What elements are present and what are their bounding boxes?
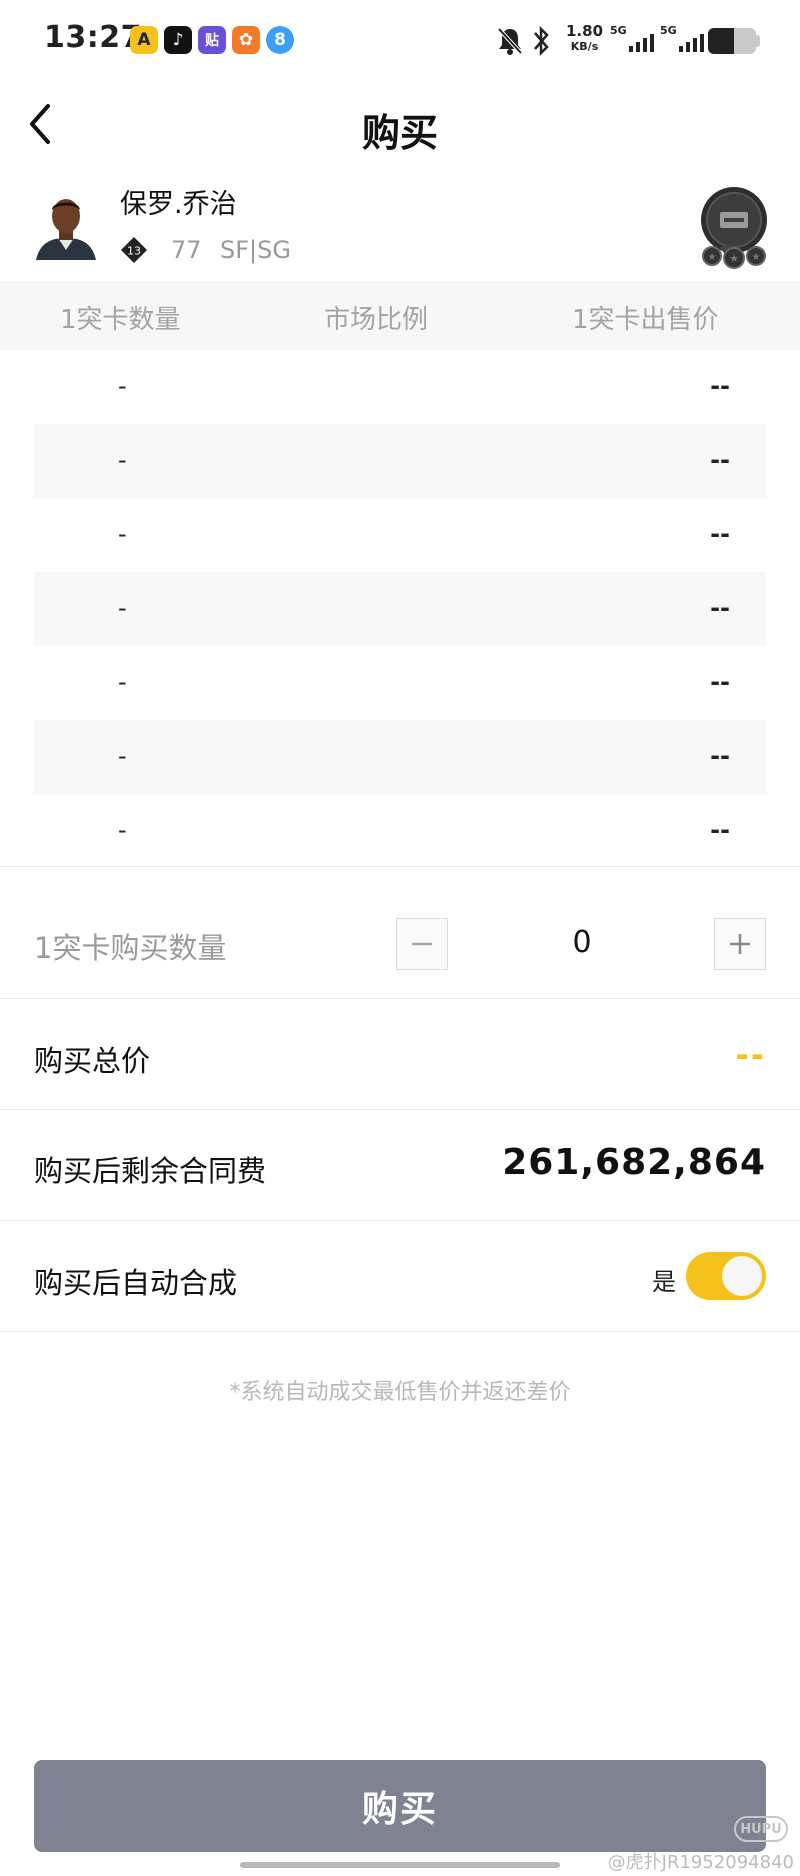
table-row[interactable]: - -- xyxy=(0,794,800,868)
increment-button[interactable] xyxy=(714,918,766,970)
cell-price: -- xyxy=(710,372,730,400)
cell-qty: - xyxy=(118,446,127,474)
auto-merge-state: 是 xyxy=(652,1268,676,1296)
svg-text:★: ★ xyxy=(708,252,717,263)
table-row[interactable]: - -- xyxy=(0,350,800,424)
signal-icon-2: 5G xyxy=(660,24,704,54)
table-row[interactable]: - -- xyxy=(0,646,800,720)
total-price-label: 购买总价 xyxy=(34,1044,151,1078)
svg-text:★: ★ xyxy=(729,252,739,265)
mute-bell-icon xyxy=(497,27,523,55)
signal-icon: 5G xyxy=(610,24,654,54)
net-speed-unit: KB/s xyxy=(570,40,599,53)
player-positions: SF|SG xyxy=(220,236,291,264)
cell-price: -- xyxy=(710,520,730,548)
tiktok-icon: ♪ xyxy=(164,26,192,54)
cell-qty: - xyxy=(118,816,127,844)
remaining-fee-label: 购买后剩余合同费 xyxy=(34,1154,267,1188)
cell-qty: - xyxy=(118,668,127,696)
table-row[interactable]: - -- xyxy=(0,572,800,646)
cell-price: -- xyxy=(710,446,730,474)
watermark-text: @虎扑JR1952094840 xyxy=(607,1852,794,1873)
sim1-label: 5G xyxy=(610,24,627,37)
col-header-qty: 1突卡数量 xyxy=(60,305,181,335)
listing-table: - -- - -- - -- - -- - -- - -- - -- xyxy=(0,350,800,868)
cell-price: -- xyxy=(710,742,730,770)
auto-merge-toggle[interactable] xyxy=(686,1252,766,1300)
table-row[interactable]: - -- xyxy=(0,720,800,794)
system-note: *系统自动成交最低售价并返还差价 xyxy=(229,1380,571,1405)
battery-icon xyxy=(708,28,756,54)
player-level-badge: 13 xyxy=(121,237,147,263)
status-bar: 13:27 A ♪ 贴 ✿ 8 1.80 KB/s 5G 5G xyxy=(0,0,800,84)
cell-price: -- xyxy=(710,594,730,622)
page-title: 购买 xyxy=(361,111,438,155)
svg-text:★: ★ xyxy=(752,252,761,263)
total-price-value: -- xyxy=(735,1036,766,1074)
remaining-fee-value: 261,682,864 xyxy=(502,1142,766,1183)
col-header-ratio: 市场比例 xyxy=(324,305,429,335)
cell-price: -- xyxy=(710,816,730,844)
buy-button[interactable]: 购买 xyxy=(34,1760,766,1852)
minus-icon xyxy=(412,942,432,946)
app-icon-yellow: A xyxy=(130,26,158,54)
sim2-label: 5G xyxy=(660,24,677,37)
player-name: 保罗.乔治 xyxy=(120,189,237,220)
cell-qty: - xyxy=(118,520,127,548)
table-row[interactable]: - -- xyxy=(0,424,800,498)
col-header-price: 1突卡出售价 xyxy=(572,305,719,335)
cell-qty: - xyxy=(118,742,127,770)
plus-icon xyxy=(730,934,750,954)
app-icon-blue: 8 xyxy=(266,26,294,54)
auto-merge-label: 购买后自动合成 xyxy=(34,1266,238,1300)
player-ovr: 77 xyxy=(171,236,202,264)
divider xyxy=(0,1220,800,1221)
table-header: 1突卡数量 市场比例 1突卡出售价 xyxy=(0,282,800,350)
cell-qty: - xyxy=(118,594,127,622)
quantity-label: 1突卡购买数量 xyxy=(34,931,227,965)
net-speed-value: 1.80 xyxy=(566,22,604,40)
bluetooth-icon xyxy=(534,25,549,57)
app-icon-orange: ✿ xyxy=(232,26,260,54)
decrement-button[interactable] xyxy=(396,918,448,970)
player-avatar xyxy=(30,192,102,260)
badge-number: 13 xyxy=(127,245,141,258)
net-speed: 1.80 KB/s xyxy=(566,23,603,55)
divider xyxy=(0,1331,800,1332)
rank-emblem-icon: ★ ★ ★ xyxy=(701,187,767,269)
divider xyxy=(0,998,800,999)
quantity-value[interactable]: 0 xyxy=(560,925,604,960)
cell-price: -- xyxy=(710,668,730,696)
tieba-icon: 贴 xyxy=(198,26,226,54)
divider xyxy=(0,1109,800,1110)
status-time: 13:27 xyxy=(44,20,142,55)
home-indicator[interactable] xyxy=(240,1862,560,1868)
table-row[interactable]: - -- xyxy=(0,498,800,572)
cell-qty: - xyxy=(118,372,127,400)
hupu-logo: HUPU xyxy=(734,1816,788,1842)
divider xyxy=(0,866,800,867)
